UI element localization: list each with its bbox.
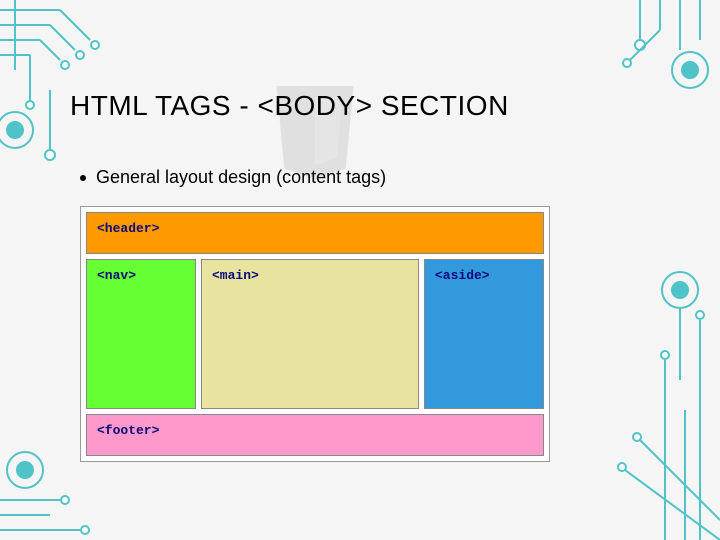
slide-title: HTML TAGS - <BODY> SECTION (70, 90, 650, 122)
html-layout-diagram: <header> <nav> <main> <aside> <footer> (80, 206, 550, 462)
aside-tag-box: <aside> (424, 259, 544, 409)
middle-row: <nav> <main> <aside> (86, 259, 544, 409)
bullet-text: General layout design (content tags) (96, 167, 386, 188)
header-tag-box: <header> (86, 212, 544, 254)
bullet-item: General layout design (content tags) (80, 167, 650, 188)
main-tag-box: <main> (201, 259, 419, 409)
nav-tag-box: <nav> (86, 259, 196, 409)
footer-tag-box: <footer> (86, 414, 544, 456)
bullet-dot-icon (80, 175, 86, 181)
